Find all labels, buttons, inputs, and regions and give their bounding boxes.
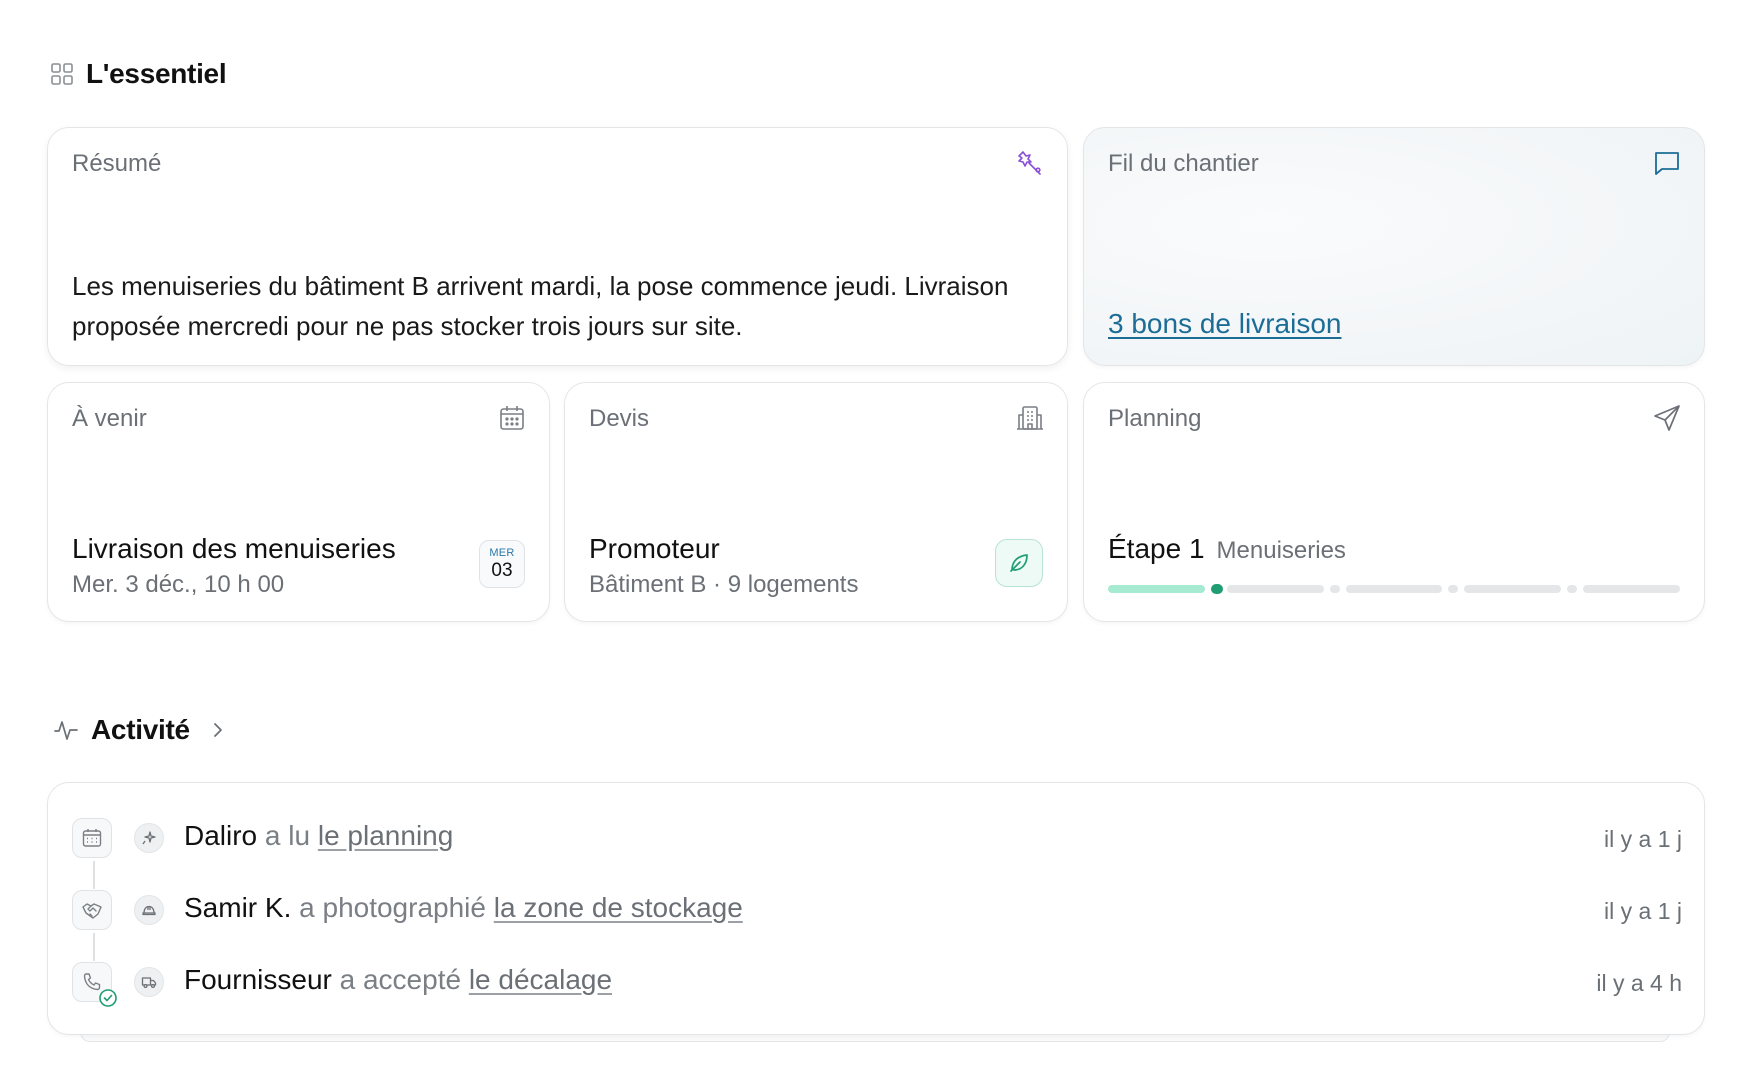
planning-progress (1108, 584, 1680, 594)
message-icon (1655, 152, 1679, 175)
activity-time: il y a 1 j (1604, 898, 1682, 924)
planning-label: Planning (1108, 405, 1202, 432)
activity-item[interactable]: Samir K. a photographié la zone de stock… (72, 890, 1682, 930)
activity-icon (54, 721, 78, 740)
planning-card[interactable]: Planning Étape 1 Menuiseries (1083, 382, 1705, 622)
activity-object-link[interactable]: le planning (318, 820, 453, 851)
avenir-card[interactable]: À venir Livraison des menuiseries Mer. 3… (47, 382, 550, 622)
delivery-notes-link[interactable]: 3 bons de livraison (1108, 308, 1341, 340)
activity-time: il y a 4 h (1596, 970, 1682, 996)
activity-text: Daliro a lu le planning (184, 820, 453, 852)
planning-step-marker (1448, 585, 1459, 593)
essentiel-header: L'essentiel (50, 58, 227, 90)
devis-card[interactable]: Devis Promoteur Bâtiment B · 9 logements (564, 382, 1068, 622)
timeline-connector (93, 861, 95, 889)
activite-header[interactable]: Activité (53, 714, 228, 746)
chevron-right-icon[interactable] (208, 720, 228, 740)
devis-subtitle: Bâtiment B · 9 logements (589, 571, 859, 598)
planning-step-marker (1567, 585, 1578, 593)
grid-icon (51, 63, 73, 85)
activity-verb: a photographié (299, 892, 486, 923)
planning-step: Étape 1 Menuiseries (1108, 533, 1346, 565)
planning-step-marker (1210, 584, 1223, 594)
essentiel-title: L'essentiel (86, 58, 227, 89)
resume-label: Résumé (72, 150, 162, 177)
activity-verb: a lu (264, 820, 311, 851)
phone-check-icon (72, 962, 117, 1007)
handshake-icon (72, 890, 112, 930)
activity-actor: Fournisseur (184, 964, 332, 995)
avenir-label: À venir (72, 405, 147, 432)
check-circle-icon (99, 989, 117, 1007)
activity-text: Fournisseur a accepté le décalage (184, 964, 612, 996)
planning-step-segment (1464, 585, 1562, 593)
calendar-icon (72, 818, 112, 858)
planning-step-number: Étape 1 (1108, 533, 1205, 564)
planning-step-name: Menuiseries (1216, 537, 1346, 564)
fil-card[interactable]: Fil du chantier 3 bons de livraison (1083, 127, 1705, 366)
activity-object-link[interactable]: la zone de stockage (494, 892, 743, 923)
activity-actor: Samir K. (184, 892, 292, 923)
calendar-icon (500, 406, 524, 430)
date-badge-dow: MER (489, 547, 515, 559)
planning-step-marker (1329, 585, 1340, 593)
planning-step-segment (1345, 585, 1443, 593)
date-badge: MER 03 (479, 540, 525, 588)
timeline-connector (93, 933, 95, 961)
fil-label: Fil du chantier (1108, 150, 1259, 177)
devis-title: Promoteur (589, 533, 720, 564)
resume-text: Les menuiseries du bâtiment B arrivent m… (72, 271, 1009, 341)
activity-text: Samir K. a photographié la zone de stock… (184, 892, 743, 924)
activite-title: Activité (91, 714, 190, 745)
leaf-icon (1010, 554, 1028, 572)
avenir-title: Livraison des menuiseries (72, 533, 396, 564)
resume-card[interactable]: Résumé Les menuiseries du bâtiment B arr… (47, 127, 1068, 366)
leaf-badge (995, 539, 1043, 587)
activity-card: Daliro a lu le planning il y a 1 j Samir… (47, 782, 1705, 1035)
activity-item[interactable]: Fournisseur a accepté le décalage il y a… (72, 962, 1682, 1007)
sparkle-icon (134, 823, 164, 853)
avenir-subtitle: Mer. 3 déc., 10 h 00 (72, 571, 285, 598)
hardhat-icon (134, 895, 164, 925)
activity-item[interactable]: Daliro a lu le planning il y a 1 j (72, 818, 1682, 858)
magic-wand-icon (1018, 151, 1041, 175)
building-icon (1017, 406, 1043, 430)
activity-actor: Daliro (184, 820, 258, 851)
planning-step-segment (1226, 585, 1324, 593)
planning-step-segment (1108, 585, 1205, 593)
activity-time: il y a 1 j (1604, 826, 1682, 852)
date-badge-day: 03 (491, 560, 513, 581)
devis-label: Devis (589, 405, 650, 432)
activity-verb: a accepté (339, 964, 462, 995)
send-icon (1654, 405, 1680, 431)
truck-icon (134, 967, 164, 997)
activity-object-link[interactable]: le décalage (469, 964, 612, 995)
planning-step-segment (1583, 585, 1680, 593)
